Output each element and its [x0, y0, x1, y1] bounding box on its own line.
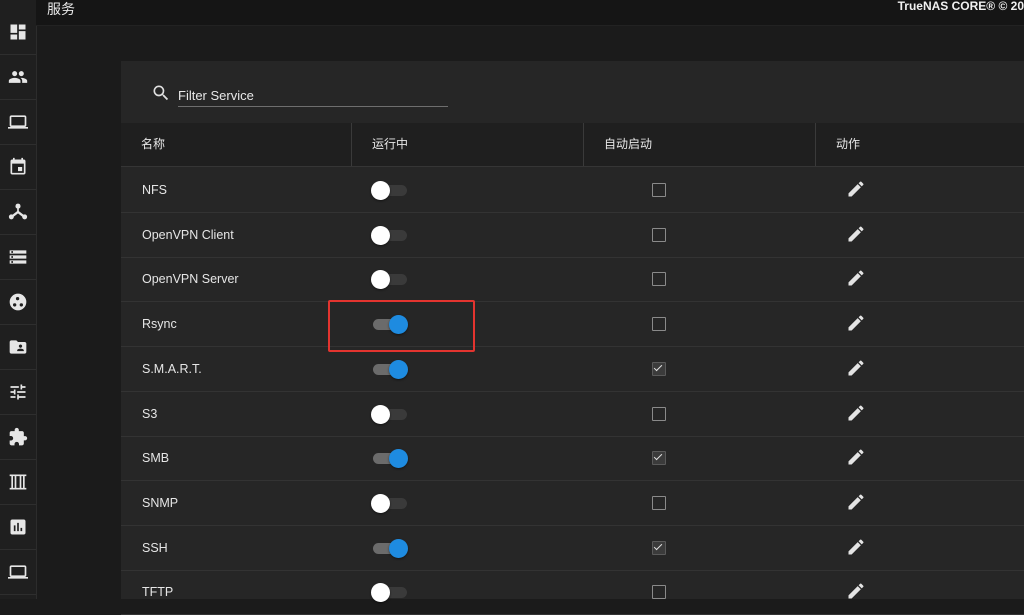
nav-system[interactable]: [0, 100, 36, 145]
brand-copyright: TrueNAS CORE® © 20: [897, 0, 1024, 13]
autostart-checkbox[interactable]: [652, 361, 666, 376]
dashboard-icon: [10, 24, 26, 40]
edit-icon[interactable]: [846, 358, 866, 378]
plugins-puzzle-icon: [9, 427, 28, 446]
sharing-icon: [9, 340, 27, 354]
autostart-checkbox[interactable]: [652, 540, 666, 555]
column-header-actions: 动作: [836, 137, 861, 151]
nav-accounts[interactable]: [0, 55, 36, 100]
table-row: S3: [121, 392, 1024, 437]
service-name: SNMP: [142, 495, 179, 510]
table-row: S.M.A.R.T.: [121, 347, 1024, 392]
service-name: Rsync: [142, 317, 177, 332]
search-icon: [151, 83, 171, 103]
autostart-checkbox[interactable]: [652, 272, 666, 287]
nav-network[interactable]: [0, 190, 36, 235]
table-row: SNMP: [121, 481, 1024, 526]
toggle-thumb: [389, 359, 408, 379]
service-name: SMB: [142, 451, 170, 466]
running-toggle[interactable]: [371, 404, 407, 424]
toggle-thumb: [371, 404, 390, 424]
edit-icon[interactable]: [846, 179, 866, 199]
toggle-thumb: [371, 270, 390, 290]
nav-dashboard[interactable]: [0, 10, 36, 55]
running-toggle[interactable]: [371, 493, 407, 513]
page-title: 服务: [47, 2, 75, 18]
table-header: 名称 运行中 自动启动 动作: [121, 123, 1024, 167]
toggle-thumb: [389, 538, 408, 558]
filter-service-input[interactable]: [178, 84, 448, 107]
nav-virtual-machines[interactable]: [0, 550, 36, 595]
running-toggle[interactable]: [371, 181, 407, 200]
service-name: NFS: [142, 183, 167, 197]
autostart-checkbox[interactable]: [652, 451, 666, 466]
jails-icon: [9, 474, 27, 490]
storage-icon: [9, 250, 27, 264]
accounts-icon: [8, 71, 28, 83]
left-pane: [37, 26, 121, 599]
tasks-calendar-icon: [10, 157, 26, 175]
top-bar: 服务 TrueNAS CORE® © 20: [36, 0, 1024, 26]
autostart-checkbox[interactable]: [652, 495, 666, 510]
edit-icon[interactable]: [846, 581, 866, 601]
running-toggle[interactable]: [371, 270, 407, 290]
toggle-thumb: [389, 449, 408, 469]
table-row: SSH: [121, 526, 1024, 571]
autostart-checkbox[interactable]: [652, 317, 666, 332]
system-icon: [8, 115, 28, 129]
running-toggle[interactable]: [373, 449, 408, 469]
toggle-thumb: [371, 493, 390, 513]
autostart-checkbox[interactable]: [652, 585, 666, 600]
service-name: SSH: [142, 540, 168, 555]
service-name: OpenVPN Client: [142, 227, 234, 242]
virtual-machines-icon: [8, 565, 28, 579]
highlight-box: [328, 300, 475, 352]
service-name: TFTP: [142, 585, 174, 600]
toggle-thumb: [371, 225, 390, 245]
column-header-autostart[interactable]: 自动启动: [584, 123, 816, 166]
directory-services-icon: [9, 293, 27, 311]
table-row: OpenVPN Server: [121, 257, 1024, 303]
nav-reporting[interactable]: [0, 505, 36, 550]
edit-icon[interactable]: [846, 268, 866, 288]
table-row: OpenVPN Client: [121, 213, 1024, 258]
edit-icon[interactable]: [846, 447, 866, 467]
toggle-thumb: [371, 583, 390, 603]
table-row: Rsync: [121, 302, 1024, 348]
table-row: TFTP: [121, 570, 1024, 615]
nav-tasks[interactable]: [0, 145, 36, 190]
autostart-checkbox[interactable]: [652, 406, 666, 421]
running-toggle[interactable]: [371, 225, 407, 245]
edit-icon[interactable]: [846, 492, 866, 512]
nav-services[interactable]: [0, 370, 36, 415]
edit-icon[interactable]: [846, 403, 866, 423]
services-tune-icon: [10, 384, 26, 400]
filter-bar: [149, 79, 449, 109]
services-card: 名称 运行中 自动启动 动作 NFS OpenVPN Client OpenVPN …: [121, 61, 1024, 615]
table-row: NFS: [121, 168, 1024, 213]
nav-directory-services[interactable]: [0, 280, 36, 325]
nav-plugins[interactable]: [0, 415, 36, 460]
service-name: OpenVPN Server: [142, 272, 239, 287]
network-icon: [8, 203, 28, 220]
service-name: S.M.A.R.T.: [142, 361, 202, 376]
running-toggle[interactable]: [373, 538, 408, 558]
autostart-checkbox[interactable]: [652, 183, 666, 197]
column-header-name[interactable]: 名称: [121, 123, 352, 166]
nav-sharing[interactable]: [0, 325, 36, 370]
autostart-checkbox[interactable]: [652, 227, 666, 242]
column-header-running[interactable]: 运行中: [352, 123, 584, 166]
edit-icon[interactable]: [846, 313, 866, 333]
edit-icon[interactable]: [846, 537, 866, 557]
toggle-thumb: [371, 181, 390, 200]
running-toggle[interactable]: [373, 359, 408, 379]
table-row: SMB: [121, 436, 1024, 482]
service-name: S3: [142, 406, 158, 421]
nav-jails[interactable]: [0, 460, 36, 505]
nav-storage[interactable]: [0, 235, 36, 280]
side-navigation: [0, 0, 37, 599]
edit-icon[interactable]: [846, 224, 866, 244]
reporting-icon: [10, 519, 26, 535]
